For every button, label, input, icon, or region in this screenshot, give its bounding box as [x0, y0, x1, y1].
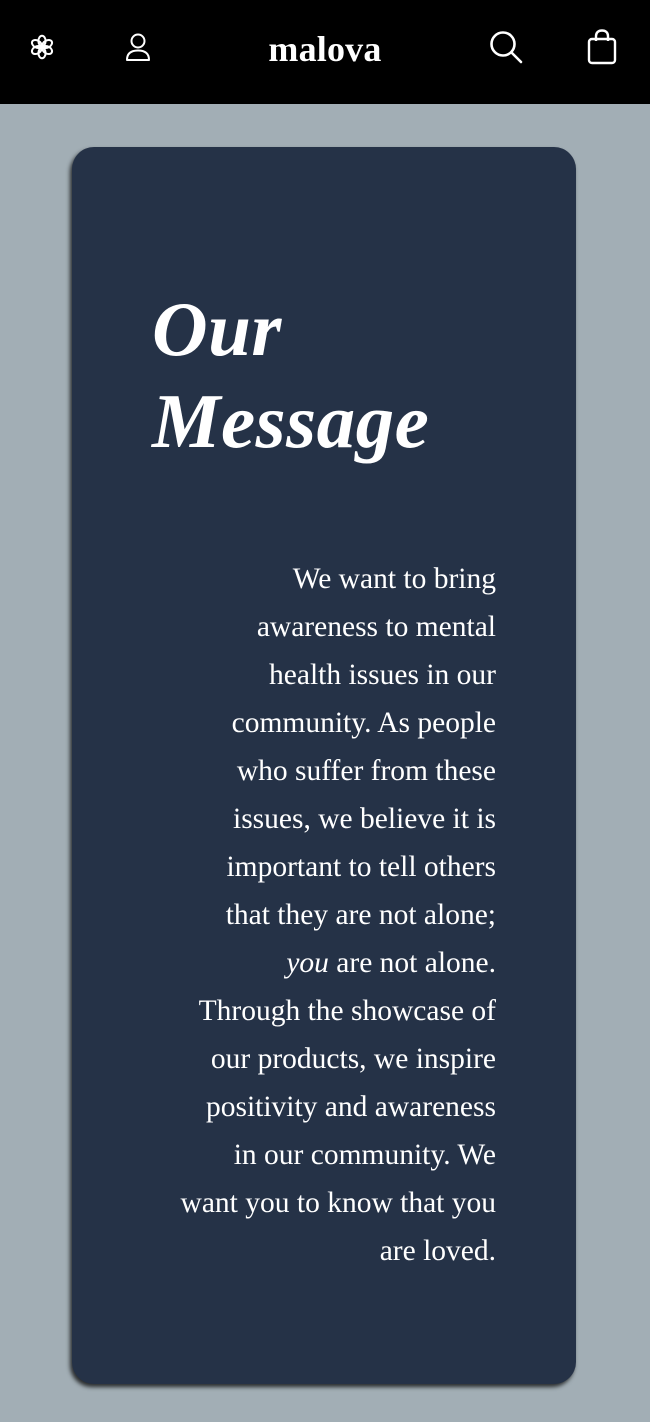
body-line: that they are not alone; — [225, 899, 496, 931]
body-line: you are not alone. — [138, 939, 496, 987]
shopping-bag-icon — [587, 29, 617, 65]
title-line-1: Our — [152, 286, 282, 372]
body-line: our products, we inspire — [210, 1043, 496, 1075]
our-message-body: We want to bring awareness to mental hea… — [138, 555, 496, 1275]
search-icon — [490, 31, 523, 64]
body-line: Through the showcase of — [198, 995, 496, 1027]
body-line: health issues in our — [269, 659, 496, 691]
search-button[interactable] — [486, 27, 526, 67]
body-line: are loved. — [379, 1235, 496, 1267]
body-line-rest: are not alone. — [328, 947, 496, 979]
body-line: important to tell others — [226, 851, 496, 883]
body-line: awareness to mental — [256, 611, 496, 643]
body-line: who suffer from these — [236, 755, 496, 787]
body-line: want you to know that you — [180, 1187, 496, 1219]
our-message-card: Our Message We want to bring awareness t… — [72, 147, 576, 1384]
body-line: in our community. We — [233, 1139, 496, 1171]
brand-logo[interactable]: malova — [0, 26, 650, 72]
emphasis-you: you — [286, 947, 329, 979]
our-message-title: Our Message — [152, 283, 552, 467]
body-line: positivity and awareness — [205, 1091, 496, 1123]
body-line: We want to bring — [292, 563, 496, 595]
cart-button[interactable] — [583, 26, 621, 68]
top-navigation-bar: malova — [0, 0, 650, 104]
body-line: issues, we believe it is — [233, 803, 496, 835]
body-line: community. As people — [231, 707, 496, 739]
title-line-2: Message — [152, 378, 430, 464]
